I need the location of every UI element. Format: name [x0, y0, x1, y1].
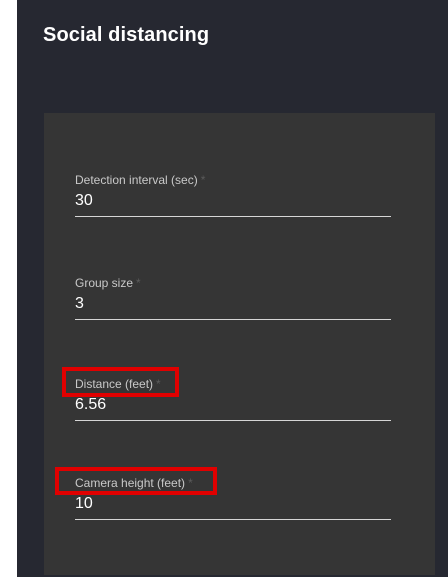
- detection-interval-label: Detection interval (sec) *: [75, 173, 205, 187]
- required-asterisk: *: [200, 173, 206, 187]
- group-size-label: Group size *: [75, 276, 141, 290]
- group-size-underline: [75, 319, 391, 320]
- camera-height-label-highlight-box: [55, 467, 217, 495]
- distance-input[interactable]: [75, 396, 391, 414]
- distance-label-highlight-box: [62, 367, 179, 397]
- detection-interval-underline: [75, 216, 391, 217]
- camera-height-underline: [75, 519, 391, 520]
- detection-interval-label-text: Detection interval (sec): [75, 173, 198, 187]
- detection-interval-input[interactable]: [75, 192, 391, 210]
- required-asterisk: *: [136, 276, 141, 290]
- group-size-input[interactable]: [75, 295, 391, 313]
- distance-underline: [75, 420, 391, 421]
- page-title: Social distancing: [43, 24, 210, 46]
- camera-height-input[interactable]: [75, 495, 391, 513]
- settings-form-card: Detection interval (sec)* Group size* Di…: [44, 113, 435, 575]
- group-size-label-text: Group size: [75, 276, 134, 290]
